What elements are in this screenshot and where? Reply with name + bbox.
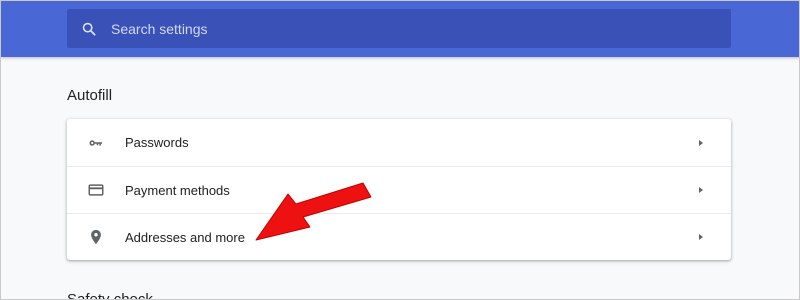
safety-check-section-title: Safety check <box>67 291 153 300</box>
search-icon <box>67 9 111 48</box>
autofill-section-title: Autofill <box>67 87 113 104</box>
chevron-right-icon[interactable] <box>671 186 731 194</box>
chevron-right-icon[interactable] <box>671 139 731 147</box>
header-bar: Search settings <box>1 1 799 57</box>
autofill-row-addresses[interactable]: Addresses and more <box>67 213 731 260</box>
autofill-card: Passwords Payment methods Addresses and … <box>67 119 731 260</box>
key-icon <box>67 134 125 152</box>
row-label-addresses: Addresses and more <box>125 229 245 245</box>
search-input[interactable]: Search settings <box>67 9 731 48</box>
credit-card-icon <box>67 181 125 199</box>
settings-window: Search settings Autofill Passwords Payme… <box>0 0 800 300</box>
row-label-passwords: Passwords <box>125 135 189 150</box>
chevron-right-icon[interactable] <box>671 233 731 241</box>
location-pin-icon <box>67 228 125 246</box>
row-label-payment-methods: Payment methods <box>125 182 230 198</box>
search-placeholder: Search settings <box>111 20 208 37</box>
autofill-row-payment-methods[interactable]: Payment methods <box>67 166 731 213</box>
autofill-row-passwords[interactable]: Passwords <box>67 119 731 166</box>
